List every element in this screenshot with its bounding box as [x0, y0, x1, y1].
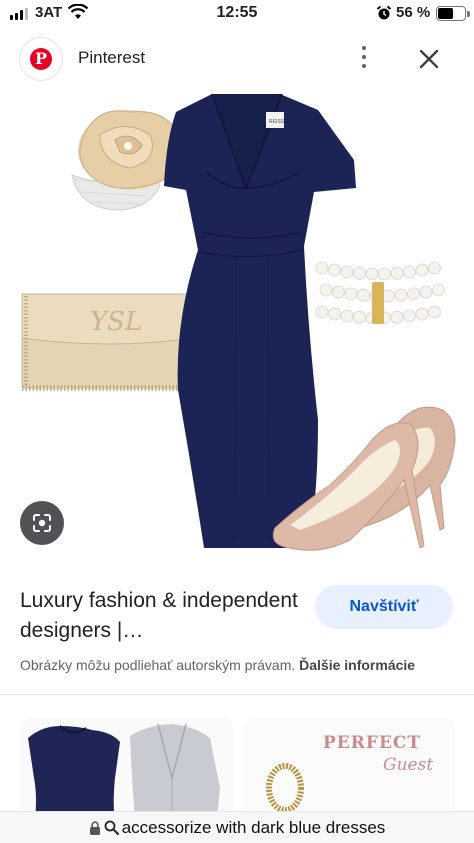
pearl — [390, 266, 404, 280]
pearl — [394, 288, 408, 302]
url-bar[interactable]: accessorize with dark blue dresses — [0, 811, 474, 843]
pearl — [403, 265, 416, 279]
more-info-link[interactable]: Ďalšie informácie — [299, 657, 415, 673]
pearl — [407, 287, 420, 301]
pearl — [319, 283, 333, 297]
card2-script: Guest — [383, 755, 433, 775]
pearl — [432, 283, 445, 297]
copyright-notice: Obrázky môžu podliehať autorským právam.… — [20, 657, 415, 673]
pearl — [315, 261, 329, 275]
lock-icon — [89, 820, 100, 835]
more-vert-icon[interactable] — [350, 40, 378, 76]
pearl — [419, 285, 433, 299]
search-icon — [104, 820, 119, 835]
fashion-collage-image[interactable]: YSL REISS — [0, 84, 474, 560]
pearl — [332, 285, 345, 299]
pearl — [353, 266, 366, 280]
pearl — [428, 261, 441, 275]
alarm-icon — [376, 5, 392, 20]
pearl — [428, 305, 441, 319]
result-title[interactable]: Luxury fashion & independent designers |… — [20, 586, 310, 646]
google-lens-icon[interactable] — [20, 501, 64, 545]
pearl — [328, 307, 341, 321]
close-icon[interactable] — [412, 42, 446, 76]
battery-percent: 56 % — [396, 4, 431, 21]
visit-button[interactable]: Navštíviť — [315, 585, 453, 629]
site-name[interactable]: Pinterest — [78, 48, 145, 68]
card2-heading: PERFECT — [323, 733, 421, 753]
pearl — [403, 309, 416, 323]
pearl — [340, 265, 354, 279]
status-bar: 3AT 12:55 56 % — [0, 0, 474, 28]
beige-clutch: YSL — [21, 293, 195, 391]
battery-tip — [467, 11, 470, 17]
pearl — [340, 309, 354, 323]
pearl — [353, 310, 366, 324]
navy-dress: REISS — [164, 93, 356, 548]
lens-glyph — [33, 514, 51, 532]
pinterest-logo-icon[interactable]: P — [20, 38, 62, 80]
pearl — [357, 288, 370, 302]
divider — [0, 694, 474, 695]
dress-label-tag: REISS — [269, 119, 285, 125]
pearl — [365, 267, 379, 281]
pearl — [315, 305, 329, 319]
pearl-bracelet — [315, 261, 445, 325]
pearl — [378, 267, 391, 281]
url-text: accessorize with dark blue dresses — [121, 817, 386, 837]
pearl — [415, 263, 429, 277]
pearl — [382, 289, 395, 303]
pearl — [344, 287, 358, 301]
logo-letter: P — [30, 48, 52, 70]
source-header: P Pinterest — [0, 34, 474, 84]
battery-icon — [436, 6, 466, 21]
bracelet-clasp — [372, 282, 384, 324]
pearl — [390, 310, 404, 324]
pearl — [328, 263, 341, 277]
pearl — [415, 307, 429, 321]
copyright-text: Obrázky môžu podliehať autorským právam. — [20, 657, 296, 673]
svg-text:YSL: YSL — [90, 307, 142, 337]
